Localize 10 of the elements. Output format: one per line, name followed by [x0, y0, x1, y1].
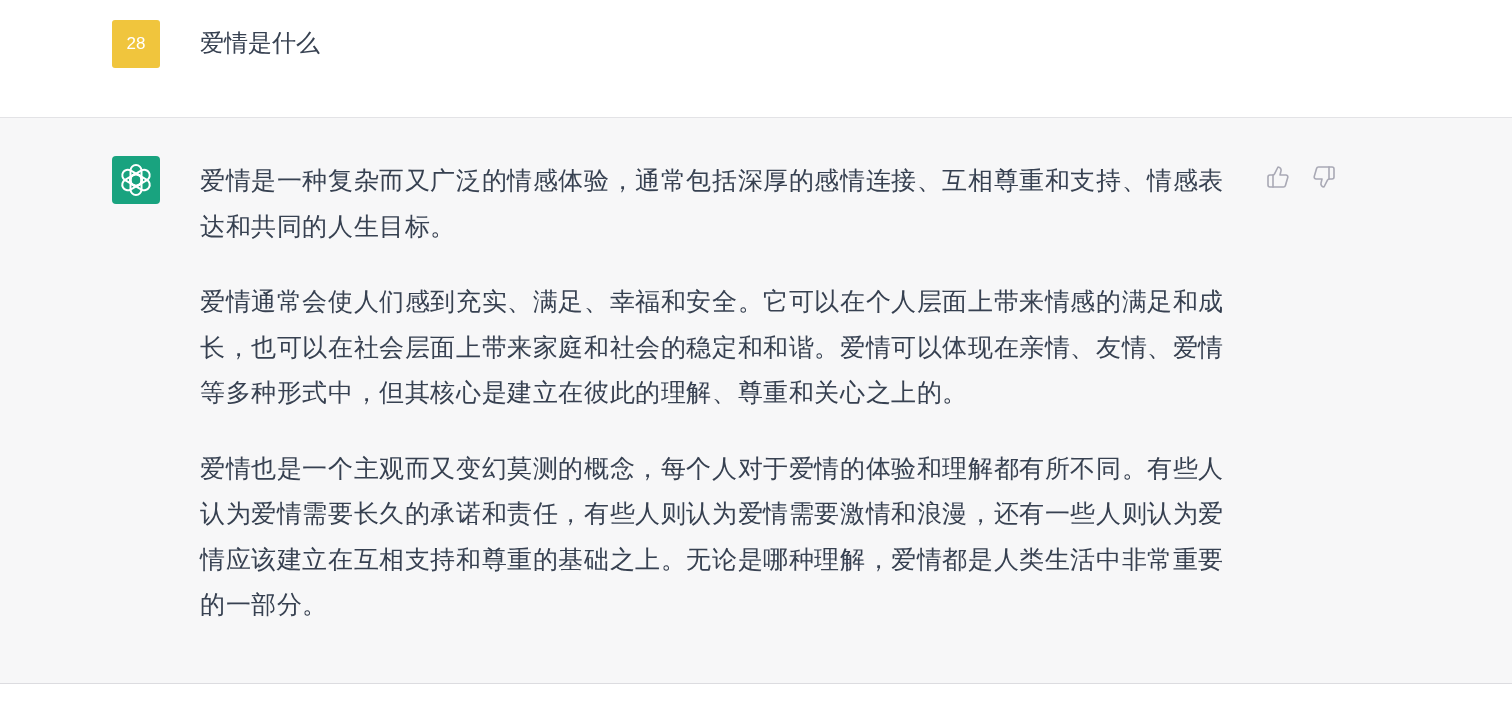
- answer-paragraph: 爱情是一种复杂而又广泛的情感体验，通常包括深厚的感情连接、互相尊重和支持、情感表达和共同的人生目标。: [200, 165, 1225, 242]
- thumbs-up-button[interactable]: [1266, 165, 1290, 189]
- user-avatar: 28: [112, 20, 160, 68]
- user-message: 爱情是什么: [200, 28, 320, 58]
- answer-paragraph: 爱情通常会使人们感到充实、满足、幸福和安全。它可以在个人层面上带来情感的满足和成长，也可以在社会层面上带来家庭和社会的稳定和和谐。爱情可以体现在亲情、友情、爱情等多种形式中，但其核心是建立在彼此的理解、尊重和关心之上的。: [200, 286, 1225, 408]
- answer-paragraph: 爱情也是一个主观而又变幻莫测的概念，每个人对于爱情的体验和理解都有所不同。有些人认为爱情需要长久的承诺和责任，有些人则认为爱情需要激情和浪漫，还有一些人则认为爱情应该建立在互相支持和尊重的基础之上。无论是哪种理解，爱情都是人类生活中非常重要的一部分。: [200, 452, 1225, 620]
- knot-logo-icon: [112, 156, 160, 204]
- thumbs-down-icon: [1312, 165, 1336, 189]
- thumbs-down-button[interactable]: [1312, 165, 1336, 189]
- thumbs-up-icon: [1266, 165, 1290, 189]
